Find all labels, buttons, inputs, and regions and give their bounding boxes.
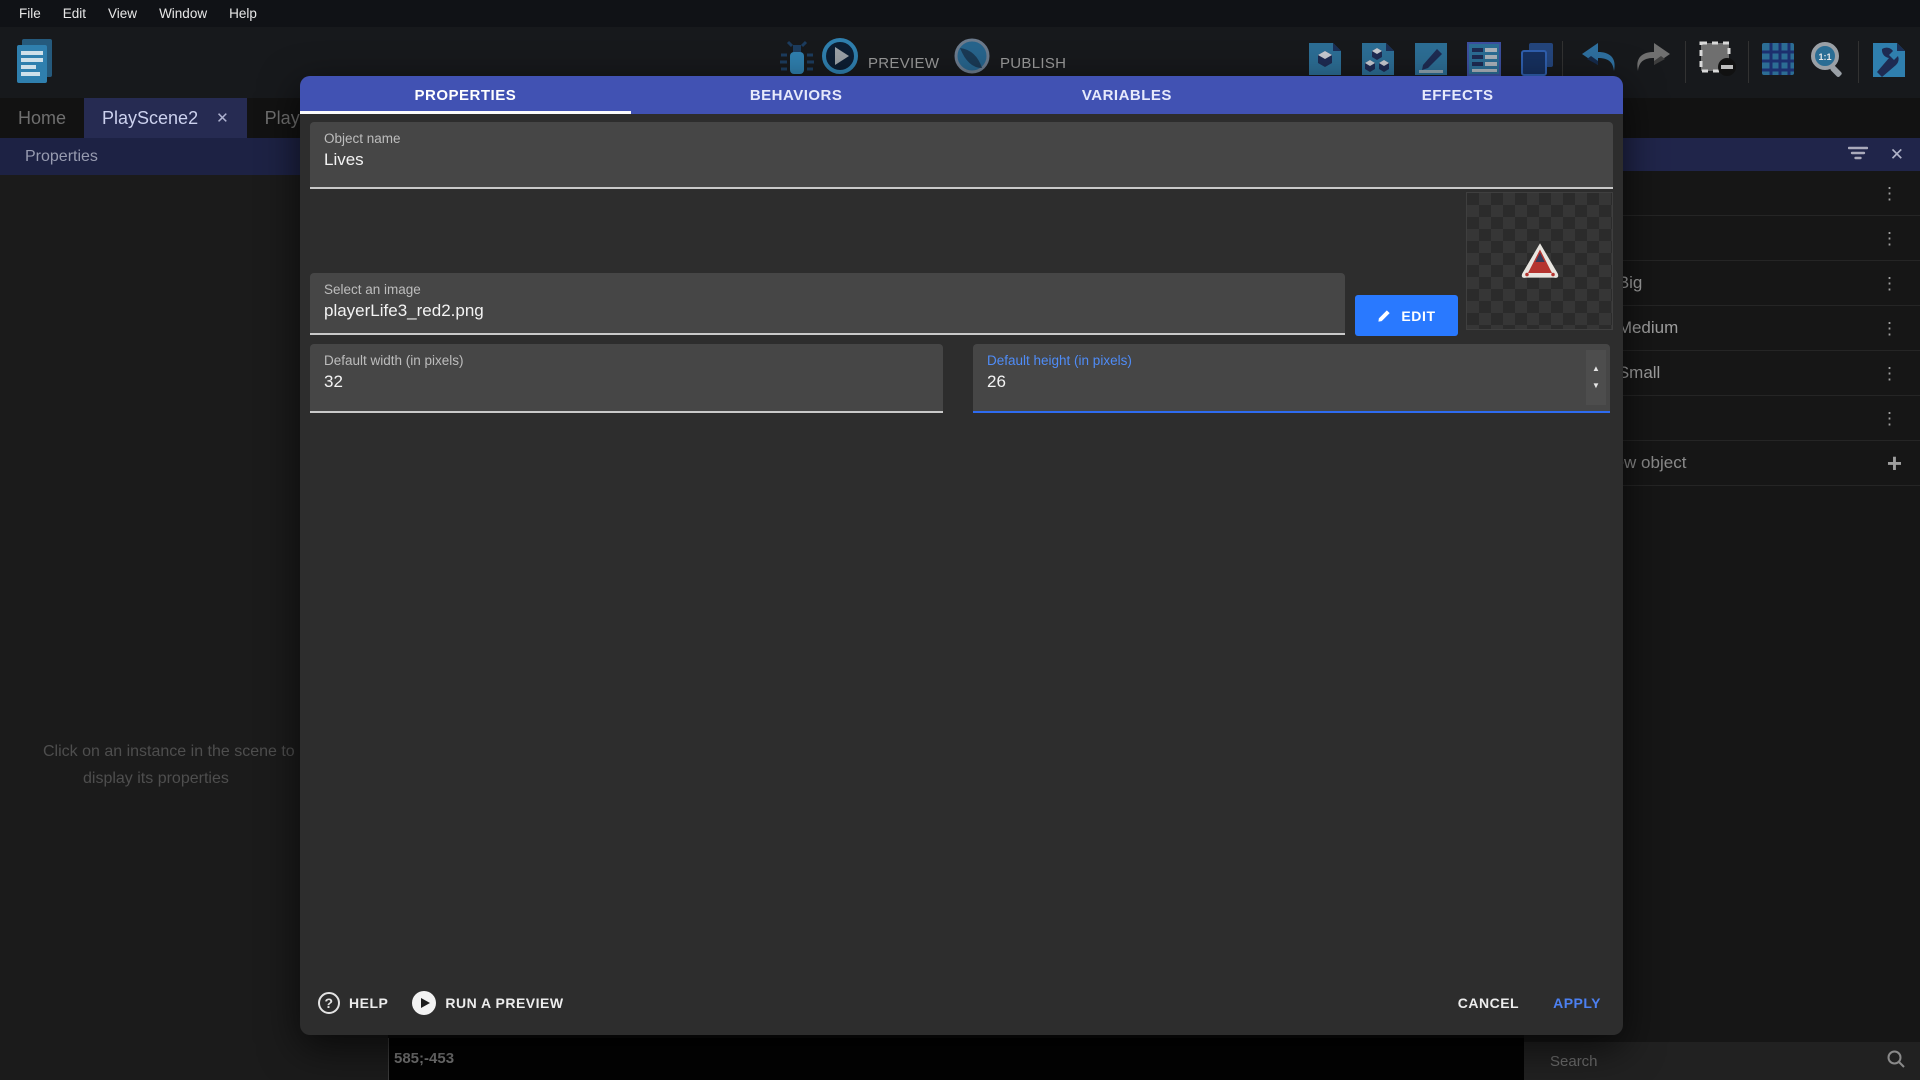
object-menu-icon[interactable]: ⋮: [1881, 320, 1920, 337]
menu-help[interactable]: Help: [218, 6, 268, 21]
edit-button-label: EDIT: [1401, 308, 1435, 324]
tab-playscene2[interactable]: PlayScene2 ✕: [84, 98, 247, 138]
tab-variables[interactable]: VARIABLES: [962, 76, 1293, 114]
default-height-field[interactable]: Default height (in pixels) ▲ ▼: [973, 344, 1610, 413]
default-width-label: Default width (in pixels): [324, 353, 464, 368]
run-preview-label: RUN A PREVIEW: [445, 995, 563, 1011]
tab-behaviors[interactable]: BEHAVIORS: [631, 76, 962, 114]
redo-icon[interactable]: [1630, 39, 1676, 84]
svg-text:1:1: 1:1: [1818, 52, 1831, 62]
ship-sprite-icon: [1515, 240, 1565, 282]
tab-close-icon[interactable]: ✕: [216, 109, 229, 127]
objects-search-bar: [1524, 1042, 1920, 1080]
menu-bar: File Edit View Window Help: [0, 0, 1920, 27]
image-select-field[interactable]: Select an image: [310, 273, 1345, 335]
default-width-input[interactable]: [324, 372, 929, 392]
tab-home[interactable]: Home: [0, 98, 84, 138]
object-menu-icon[interactable]: ⋮: [1881, 410, 1920, 427]
close-panel-icon[interactable]: ✕: [1890, 145, 1904, 165]
stepper-up-icon[interactable]: ▲: [1592, 365, 1600, 373]
help-icon: ?: [318, 992, 340, 1014]
mask-selection-icon[interactable]: [1697, 39, 1739, 84]
plus-icon: +: [1887, 450, 1920, 476]
menu-view[interactable]: View: [97, 6, 148, 21]
default-height-label: Default height (in pixels): [987, 353, 1132, 368]
events-sheet-icon[interactable]: [10, 35, 58, 92]
menu-edit[interactable]: Edit: [52, 6, 97, 21]
object-name-field[interactable]: Object name: [310, 122, 1613, 189]
tab-properties[interactable]: PROPERTIES: [300, 76, 631, 114]
scene-canvas[interactable]: 585;-453: [388, 1038, 1524, 1080]
tab-home-label: Home: [18, 108, 66, 129]
default-height-input[interactable]: [987, 372, 1596, 392]
publish-globe-icon[interactable]: [952, 36, 992, 81]
object-menu-icon[interactable]: ⋮: [1881, 230, 1920, 247]
edit-image-button[interactable]: EDIT: [1355, 295, 1458, 336]
run-preview-button[interactable]: RUN A PREVIEW: [412, 991, 563, 1015]
cancel-button-label: CANCEL: [1458, 995, 1519, 1011]
object-name-label: Object name: [324, 131, 401, 146]
object-menu-icon[interactable]: ⋮: [1881, 275, 1920, 292]
pencil-icon: [1377, 308, 1392, 323]
empty-selection-message-line2: display its properties: [83, 770, 229, 788]
preview-play-icon[interactable]: [820, 36, 860, 81]
cancel-button[interactable]: CANCEL: [1458, 995, 1519, 1011]
menu-file[interactable]: File: [8, 6, 52, 21]
help-button[interactable]: ? HELP: [318, 992, 388, 1014]
image-filename-input[interactable]: [324, 301, 1331, 321]
preview-button[interactable]: PREVIEW: [868, 55, 939, 72]
image-select-label: Select an image: [324, 282, 421, 297]
zoom-1-1-icon[interactable]: 1:1: [1806, 39, 1850, 86]
active-tab-indicator: [300, 111, 631, 114]
grid-icon[interactable]: [1758, 39, 1798, 84]
filter-icon[interactable]: [1848, 146, 1868, 164]
object-name-input[interactable]: [324, 150, 1599, 170]
dialog-footer: ? HELP RUN A PREVIEW CANCEL APPLY: [318, 981, 1601, 1025]
number-stepper[interactable]: ▲ ▼: [1586, 350, 1606, 405]
search-input[interactable]: [1524, 1053, 1886, 1070]
apply-button[interactable]: APPLY: [1553, 995, 1601, 1011]
default-width-field[interactable]: Default width (in pixels): [310, 344, 943, 413]
properties-panel-title: Properties: [25, 148, 98, 166]
object-menu-icon[interactable]: ⋮: [1881, 185, 1920, 202]
publish-button[interactable]: PUBLISH: [1000, 55, 1066, 72]
cursor-coordinates: 585;-453: [394, 1050, 454, 1067]
menu-window[interactable]: Window: [148, 6, 218, 21]
play-icon: [412, 991, 436, 1015]
apply-button-label: APPLY: [1553, 995, 1601, 1011]
empty-selection-message-line1: Click on an instance in the scene to: [43, 743, 295, 761]
tab-play-label: Play: [265, 108, 300, 129]
app-window: File Edit View Window Help: [0, 0, 1920, 1080]
search-icon: [1886, 1049, 1920, 1074]
dialog-tab-bar: PROPERTIES BEHAVIORS VARIABLES EFFECTS: [300, 76, 1623, 114]
stepper-down-icon[interactable]: ▼: [1592, 382, 1600, 390]
wrench-icon[interactable]: [1868, 39, 1910, 86]
object-menu-icon[interactable]: ⋮: [1881, 365, 1920, 382]
tab-playscene2-label: PlayScene2: [102, 108, 198, 129]
sprite-thumbnail[interactable]: [1466, 192, 1613, 330]
help-button-label: HELP: [349, 995, 388, 1011]
tab-effects[interactable]: EFFECTS: [1292, 76, 1623, 114]
object-properties-dialog: PROPERTIES BEHAVIORS VARIABLES EFFECTS O…: [300, 76, 1623, 1035]
